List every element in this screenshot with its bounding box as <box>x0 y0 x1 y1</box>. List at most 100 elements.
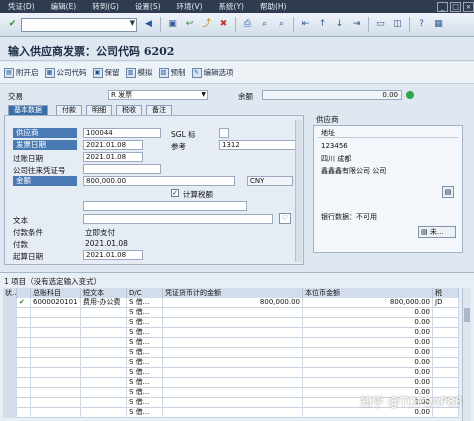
exit-icon[interactable]: ⤴ <box>200 18 213 31</box>
dc-cell[interactable]: S 借... <box>127 298 163 308</box>
col-header-flag[interactable] <box>17 288 31 298</box>
chevron-down-icon[interactable]: ▼ <box>130 19 135 27</box>
dc-cell[interactable]: S 借... <box>127 328 163 338</box>
menu-settings[interactable]: 设置(S) <box>127 1 169 12</box>
menu-environment[interactable]: 环境(V) <box>169 1 211 12</box>
tax-cell[interactable] <box>433 358 459 368</box>
open-button[interactable]: ▤ 附开启 <box>4 67 39 78</box>
table-row[interactable]: S 借... 0.00 <box>3 328 459 338</box>
short-text-cell[interactable] <box>81 348 127 358</box>
doc-amount-cell[interactable] <box>163 368 303 378</box>
long-text-icon[interactable]: ♡ <box>279 213 291 224</box>
short-text-cell[interactable] <box>81 358 127 368</box>
doc-amount-cell[interactable] <box>163 378 303 388</box>
print-icon[interactable]: ⎙ <box>241 18 254 31</box>
table-row[interactable]: S 借... 0.00 <box>3 338 459 348</box>
dc-cell[interactable]: S 借... <box>127 378 163 388</box>
tax-cell[interactable] <box>433 378 459 388</box>
dc-cell[interactable]: S 借... <box>127 338 163 348</box>
menu-document[interactable]: 凭证(D) <box>0 1 43 12</box>
tax-code-field[interactable] <box>83 201 247 211</box>
row-selector[interactable] <box>3 398 17 408</box>
back-arrow-icon[interactable]: ↩ <box>183 18 196 31</box>
tab-payment[interactable]: 付款 <box>56 105 82 115</box>
park-button[interactable]: ▧ 预制 <box>158 67 186 78</box>
table-row[interactable]: S 借... 0.00 <box>3 348 459 358</box>
local-amount-cell[interactable]: 0.00 <box>303 338 433 348</box>
shortcut-icon[interactable]: ◫ <box>391 18 404 31</box>
table-scrollbar[interactable] <box>462 288 471 421</box>
dc-cell[interactable]: S 借... <box>127 398 163 408</box>
tax-cell[interactable] <box>433 368 459 378</box>
local-amount-cell[interactable]: 0.00 <box>303 358 433 368</box>
first-page-icon[interactable]: ⇤ <box>299 18 312 31</box>
local-amount-cell[interactable]: 0.00 <box>303 328 433 338</box>
tax-cell[interactable]: JD <box>433 298 459 308</box>
doc-amount-cell[interactable] <box>163 318 303 328</box>
tax-cell[interactable] <box>433 318 459 328</box>
account-cell[interactable] <box>31 408 81 418</box>
more-button[interactable]: ▤ 未... <box>418 226 456 238</box>
doc-amount-cell[interactable] <box>163 388 303 398</box>
minimize-icon[interactable]: _ <box>437 1 448 12</box>
chevron-down-icon[interactable]: ▼ <box>201 91 206 99</box>
hold-button[interactable]: ▣ 保留 <box>92 67 120 78</box>
table-row[interactable]: S 借... 0.00 <box>3 378 459 388</box>
menu-help[interactable]: 帮助(H) <box>252 1 295 12</box>
account-cell[interactable] <box>31 388 81 398</box>
simulate-button[interactable]: ▥ 模拟 <box>125 67 153 78</box>
table-row[interactable]: S 借... 0.00 <box>3 318 459 328</box>
account-cell[interactable] <box>31 378 81 388</box>
doc-amount-cell[interactable] <box>163 308 303 318</box>
tax-cell[interactable] <box>433 348 459 358</box>
row-selector[interactable] <box>3 328 17 338</box>
local-amount-cell[interactable]: 0.00 <box>303 368 433 378</box>
doc-amount-cell[interactable] <box>163 348 303 358</box>
col-header-account[interactable]: 总账科目 <box>31 288 81 298</box>
row-selector[interactable] <box>3 318 17 328</box>
last-page-icon[interactable]: ⇥ <box>350 18 363 31</box>
row-selector[interactable] <box>3 378 17 388</box>
company-code-button[interactable]: ▦ 公司代码 <box>44 67 87 78</box>
table-row[interactable]: S 借... 0.00 <box>3 358 459 368</box>
short-text-cell[interactable] <box>81 388 127 398</box>
find-icon[interactable]: ⌕ <box>258 18 271 31</box>
table-row[interactable]: ✔ 6000020101 费用-办公费 S 借... 800,000.00 800,000… <box>3 298 459 308</box>
account-cell[interactable] <box>31 348 81 358</box>
row-selector[interactable] <box>3 348 17 358</box>
row-selector[interactable] <box>3 358 17 368</box>
col-header-dc[interactable]: D/C <box>127 288 163 298</box>
col-header-status[interactable]: 状... <box>3 288 17 298</box>
baseline-date-field[interactable]: 2021.01.08 <box>83 250 143 260</box>
doc-amount-cell[interactable] <box>163 338 303 348</box>
invoice-date-field[interactable]: 2021.01.08 <box>83 140 143 150</box>
vendor-field[interactable]: 100044 <box>83 128 161 138</box>
col-header-tax[interactable]: 税 <box>433 288 459 298</box>
account-cell[interactable] <box>31 318 81 328</box>
maximize-icon[interactable]: □ <box>450 1 461 12</box>
transaction-select[interactable]: R 发票 ▼ <box>108 90 208 100</box>
dc-cell[interactable]: S 借... <box>127 318 163 328</box>
row-selector[interactable] <box>3 308 17 318</box>
amount-field[interactable]: 800,000.00 <box>83 176 235 186</box>
local-amount-cell[interactable]: 0.00 <box>303 318 433 328</box>
save-icon[interactable]: ▣ <box>166 18 179 31</box>
doc-amount-cell[interactable]: 800,000.00 <box>163 298 303 308</box>
prev-page-icon[interactable]: ↑ <box>316 18 329 31</box>
account-cell[interactable] <box>31 398 81 408</box>
close-icon[interactable]: × <box>463 1 474 12</box>
dc-cell[interactable]: S 借... <box>127 348 163 358</box>
table-row[interactable]: S 借... 0.00 <box>3 368 459 378</box>
local-amount-cell[interactable]: 0.00 <box>303 378 433 388</box>
menu-goto[interactable]: 转到(G) <box>84 1 127 12</box>
back-icon[interactable]: ◀ <box>142 18 155 31</box>
short-text-cell[interactable] <box>81 408 127 418</box>
dc-cell[interactable]: S 借... <box>127 308 163 318</box>
dc-cell[interactable]: S 借... <box>127 368 163 378</box>
calc-tax-checkbox[interactable]: ✓ <box>171 189 179 197</box>
vendor-details-icon[interactable]: ▤ <box>442 186 454 198</box>
col-header-short-text[interactable]: 短文本 <box>81 288 127 298</box>
next-page-icon[interactable]: ↓ <box>333 18 346 31</box>
account-cell[interactable] <box>31 368 81 378</box>
doc-amount-cell[interactable] <box>163 398 303 408</box>
